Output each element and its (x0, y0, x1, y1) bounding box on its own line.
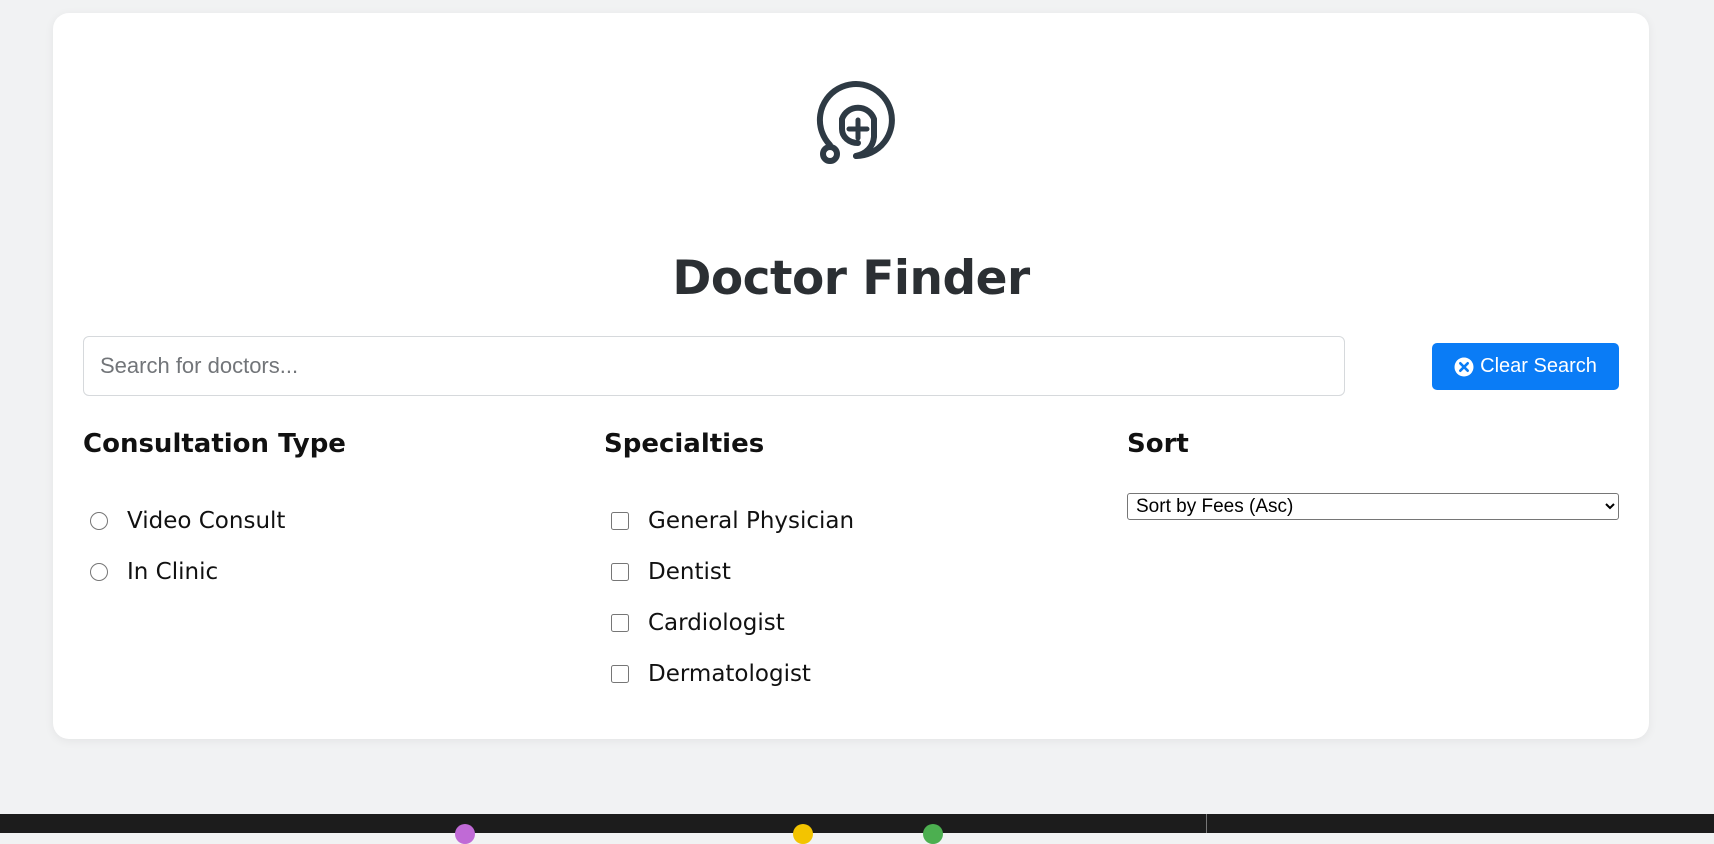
consult-option-clinic[interactable]: In Clinic (90, 559, 218, 585)
in-clinic-radio[interactable] (90, 563, 108, 581)
circle-x-icon (1454, 357, 1474, 376)
cardiologist-checkbox[interactable] (611, 614, 629, 632)
video-consult-label: Video Consult (127, 508, 286, 534)
cardiologist-label: Cardiologist (648, 610, 785, 636)
consult-option-video[interactable]: Video Consult (90, 508, 285, 534)
dermatologist-label: Dermatologist (648, 661, 811, 687)
clear-search-label: Clear Search (1480, 355, 1597, 377)
specialty-option-dermatologist[interactable]: Dermatologist (611, 661, 811, 687)
dermatologist-checkbox[interactable] (611, 665, 629, 683)
taskbar-divider (1206, 814, 1207, 833)
sort-heading: Sort (1127, 429, 1189, 459)
dentist-label: Dentist (648, 559, 731, 585)
page-title: Doctor Finder (672, 251, 1030, 306)
taskbar-app-icon[interactable] (455, 824, 475, 844)
dentist-checkbox[interactable] (611, 563, 629, 581)
general-physician-checkbox[interactable] (611, 512, 629, 530)
general-physician-label: General Physician (648, 508, 855, 534)
taskbar-app-icon[interactable] (793, 824, 813, 844)
os-taskbar (0, 814, 1714, 833)
doctor-finder-card: Doctor Finder Clear Search Consultation … (53, 13, 1649, 739)
in-clinic-label: In Clinic (127, 559, 219, 585)
search-input[interactable] (83, 336, 1345, 396)
specialty-option-general-physician[interactable]: General Physician (611, 508, 854, 534)
specialty-option-cardiologist[interactable]: Cardiologist (611, 610, 785, 636)
specialties-heading: Specialties (604, 429, 765, 459)
consultation-type-heading: Consultation Type (83, 429, 346, 459)
video-consult-radio[interactable] (90, 512, 108, 530)
taskbar-app-icon[interactable] (923, 824, 943, 844)
clear-search-button[interactable]: Clear Search (1432, 343, 1619, 390)
sort-select[interactable]: Sort by Fees (Asc) (1127, 493, 1619, 520)
specialty-option-dentist[interactable]: Dentist (611, 559, 731, 585)
stethoscope-medical-icon (816, 81, 895, 164)
